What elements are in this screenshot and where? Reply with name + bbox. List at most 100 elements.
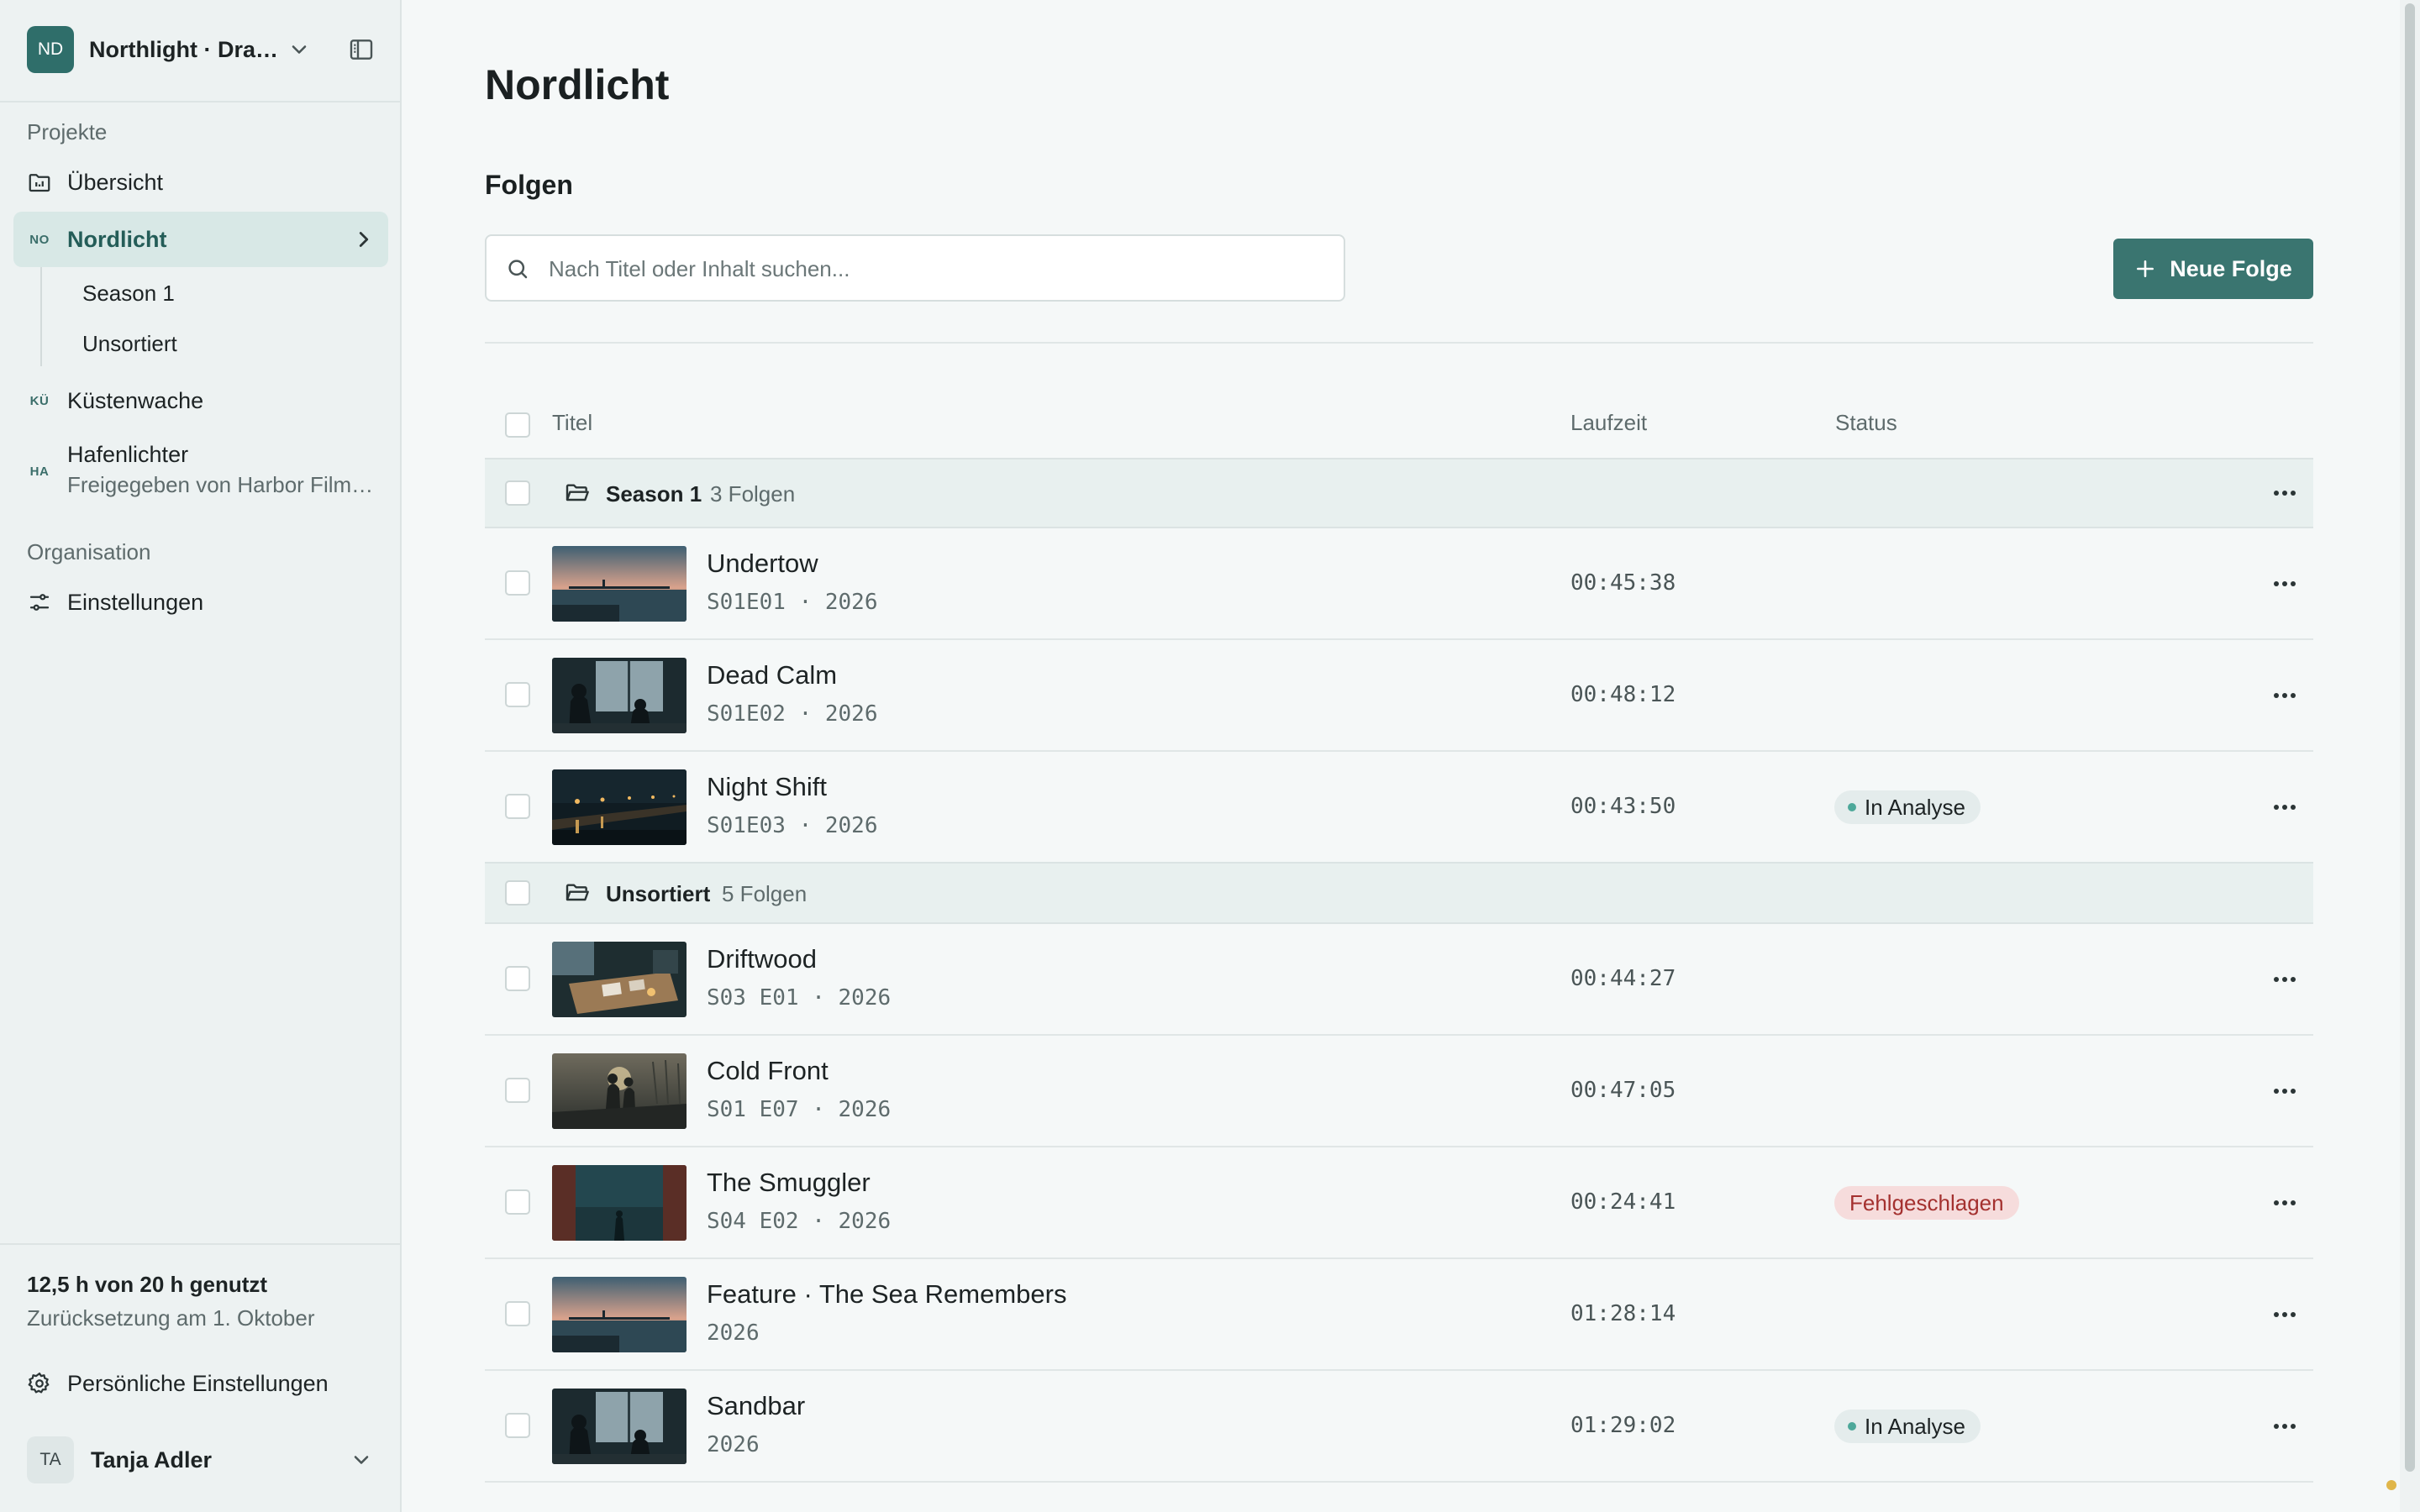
- table-row[interactable]: Night Shift S01E03 · 2026 00:43:50 In An…: [485, 752, 2313, 864]
- status-label: In Analyse: [1865, 794, 1965, 820]
- sidebar-item-label: Übersicht: [67, 169, 164, 195]
- more-options-icon[interactable]: [2268, 1298, 2302, 1331]
- workspace-name: Northlight · Drama Studio: [89, 36, 284, 62]
- table-row[interactable]: Dead Calm S01E02 · 2026 00:48:12: [485, 640, 2313, 752]
- status-badge: Fehlgeschlagen: [1834, 1186, 2019, 1220]
- column-header-duration[interactable]: Laufzeit: [1570, 410, 1647, 436]
- table-row[interactable]: Sandbar 2026 01:29:02 In Analyse: [485, 1371, 2313, 1483]
- sidebar-item-overview[interactable]: Übersicht: [13, 155, 388, 210]
- more-options-icon[interactable]: [2268, 1186, 2302, 1220]
- episode-title[interactable]: Sandbar: [707, 1391, 805, 1421]
- episode-title[interactable]: Night Shift: [707, 772, 827, 802]
- sidebar-item-label: Nordlicht: [67, 226, 167, 252]
- status-label: Fehlgeschlagen: [1849, 1189, 2004, 1215]
- episode-duration: 00:47:05: [1570, 1078, 1676, 1103]
- more-options-icon[interactable]: [2268, 790, 2302, 824]
- shared-by-note: Freigegeben von Harbor Film Collective: [67, 472, 378, 497]
- workspace-switcher[interactable]: ND Northlight · Drama Studio: [27, 26, 371, 73]
- row-checkbox[interactable]: [505, 1078, 530, 1103]
- sidebar-item-settings[interactable]: Einstellungen: [13, 575, 388, 630]
- group-count: 3 Folgen: [710, 481, 796, 507]
- table-row[interactable]: The Smuggler S04 E02 · 2026 00:24:41 Feh…: [485, 1147, 2313, 1259]
- row-checkbox[interactable]: [505, 794, 530, 819]
- group-checkbox[interactable]: [505, 480, 530, 506]
- group-row-season-1[interactable]: Season 1 3 Folgen: [485, 458, 2313, 528]
- episode-title[interactable]: Undertow: [707, 549, 818, 579]
- more-options-icon[interactable]: [2268, 1410, 2302, 1443]
- episode-meta: 2026: [707, 1432, 760, 1457]
- row-checkbox[interactable]: [505, 570, 530, 596]
- episode-duration: 00:45:38: [1570, 570, 1676, 596]
- group-row-unsortiert[interactable]: Unsortiert 5 Folgen: [485, 862, 2313, 924]
- sidebar-subitem-unsortiert[interactable]: Unsortiert: [82, 331, 177, 357]
- workspace-avatar: ND: [27, 26, 74, 73]
- episode-title[interactable]: Feature · The Sea Remembers: [707, 1279, 1066, 1310]
- sidebar-item-hafenlichter[interactable]: HA Hafenlichter Freigegeben von Harbor F…: [13, 437, 388, 504]
- table-row[interactable]: Cold Front S01 E07 · 2026 00:47:05: [485, 1036, 2313, 1147]
- scrollbar-thumb[interactable]: [2405, 3, 2415, 1472]
- organisation-section-label: Organisation: [27, 539, 151, 564]
- sidebar-item-label: Persönliche Einstellungen: [67, 1370, 329, 1396]
- projects-section-label: Projekte: [27, 119, 108, 144]
- status-badge: In Analyse: [1834, 790, 1981, 824]
- row-checkbox[interactable]: [505, 682, 530, 707]
- episode-meta: S01E01 · 2026: [707, 590, 878, 615]
- more-options-icon[interactable]: [2268, 679, 2302, 712]
- page-title: Nordlicht: [485, 61, 670, 108]
- more-options-icon[interactable]: [2268, 567, 2302, 601]
- episode-thumbnail: [552, 1165, 687, 1241]
- row-checkbox[interactable]: [505, 1189, 530, 1215]
- status-dot: [1848, 1422, 1856, 1431]
- episode-thumbnail: [552, 942, 687, 1017]
- table-row[interactable]: Driftwood S03 E01 · 2026 00:44:27: [485, 924, 2313, 1036]
- episode-title[interactable]: The Smuggler: [707, 1168, 871, 1198]
- usage-summary: 12,5 h von 20 h genutzt: [27, 1272, 268, 1297]
- episode-meta: 2026: [707, 1320, 760, 1346]
- group-checkbox[interactable]: [505, 880, 530, 906]
- search-field[interactable]: [485, 234, 1345, 302]
- column-header-title[interactable]: Titel: [552, 410, 592, 436]
- episode-title[interactable]: Dead Calm: [707, 660, 837, 690]
- column-header-status[interactable]: Status: [1835, 410, 1897, 436]
- new-episode-button[interactable]: Neue Folge: [2113, 239, 2313, 299]
- episode-thumbnail: [552, 546, 687, 622]
- status-badge: In Analyse: [1834, 1410, 1981, 1443]
- sidebar-item-kuestenwache[interactable]: KÜ Küstenwache: [13, 373, 388, 428]
- project-badge: KÜ: [29, 393, 50, 408]
- search-input[interactable]: [547, 236, 1323, 302]
- row-checkbox[interactable]: [505, 1413, 530, 1438]
- table-row[interactable]: Undertow S01E01 · 2026 00:45:38: [485, 528, 2313, 640]
- sidebar-item-nordlicht[interactable]: NO Nordlicht: [13, 212, 388, 267]
- episode-title[interactable]: Driftwood: [707, 944, 817, 974]
- more-options-icon[interactable]: [2268, 476, 2302, 510]
- row-checkbox[interactable]: [505, 966, 530, 991]
- sidebar-toggle-icon[interactable]: [348, 36, 375, 63]
- avatar: TA: [27, 1436, 74, 1483]
- user-name: Tanja Adler: [91, 1446, 213, 1473]
- sidebar-item-label: Einstellungen: [67, 589, 204, 615]
- plus-icon: [2137, 260, 2154, 277]
- notification-dot: [2386, 1480, 2396, 1490]
- episode-title[interactable]: Cold Front: [707, 1056, 829, 1086]
- sidebar-subitem-season-1[interactable]: Season 1: [82, 281, 175, 307]
- episode-duration: 00:44:27: [1570, 966, 1676, 991]
- episode-duration: 01:28:14: [1570, 1301, 1676, 1326]
- episode-meta: S01E03 · 2026: [707, 813, 878, 838]
- more-options-icon[interactable]: [2268, 963, 2302, 996]
- more-options-icon[interactable]: [2268, 1074, 2302, 1108]
- row-checkbox[interactable]: [505, 1301, 530, 1326]
- user-menu[interactable]: TA Tanja Adler: [27, 1436, 380, 1483]
- sliders-icon: [27, 590, 52, 615]
- new-episode-label: Neue Folge: [2170, 255, 2292, 281]
- select-all-checkbox[interactable]: [505, 412, 530, 438]
- section-title: Folgen: [485, 170, 573, 200]
- table-row[interactable]: Feature · The Sea Remembers 2026 01:28:1…: [485, 1259, 2313, 1371]
- status-dot: [1848, 803, 1856, 811]
- status-label: In Analyse: [1865, 1413, 1965, 1439]
- episode-duration: 00:48:12: [1570, 682, 1676, 707]
- project-badge: HA: [29, 464, 50, 479]
- episode-meta: S01E02 · 2026: [707, 701, 878, 727]
- group-name: Unsortiert: [606, 881, 711, 906]
- folder-chart-icon: [27, 170, 52, 195]
- personal-settings-link[interactable]: Persönliche Einstellungen: [13, 1356, 388, 1411]
